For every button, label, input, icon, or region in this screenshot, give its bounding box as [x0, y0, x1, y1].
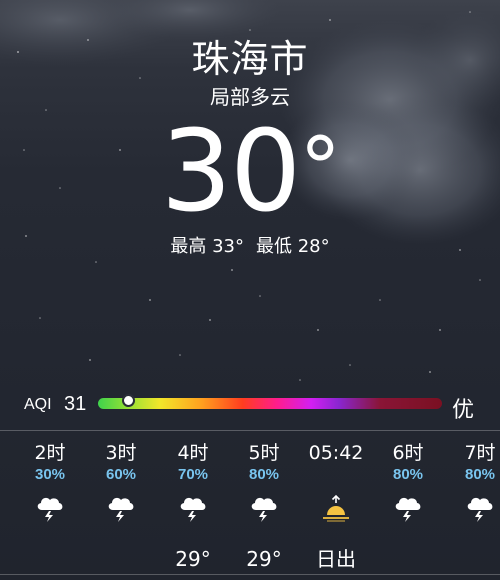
hourly-item: 4时 70% 29°	[157, 432, 229, 572]
sunrise-icon	[300, 490, 372, 526]
hourly-time: 2时	[34, 442, 66, 464]
degree-symbol: °	[299, 119, 341, 217]
hourly-temperature: 29°	[246, 547, 282, 571]
precipitation-probability: 80%	[392, 466, 424, 483]
precipitation-probability: 70%	[177, 466, 209, 483]
hourly-time: 7时	[464, 442, 496, 464]
hourly-item: 6时 80%	[372, 432, 444, 546]
hourly-item: 7时 80%	[444, 432, 500, 546]
thunderstorm-icon	[157, 490, 229, 526]
hourly-time: 5时	[248, 442, 280, 464]
precipitation-probability: 80%	[248, 466, 280, 483]
aqi-value: 31	[64, 393, 87, 415]
precipitation-probability: 30%	[34, 466, 66, 483]
temperature-value: 30	[160, 107, 302, 237]
city-name: 珠海市	[191, 37, 309, 81]
hourly-item: 05:42 日出	[300, 432, 372, 572]
precipitation-probability: 60%	[105, 466, 137, 483]
aqi-row[interactable]: AQI 31 优	[0, 392, 500, 423]
hourly-item: 2时 30%	[14, 432, 86, 546]
location-header: 珠海市 局部多云	[0, 36, 500, 110]
hourly-item: 3时 60%	[85, 432, 157, 546]
precipitation-probability	[300, 466, 372, 484]
hourly-time: 6时	[392, 442, 424, 464]
thunderstorm-icon	[444, 490, 500, 526]
hourly-temperature: 日出	[316, 547, 356, 571]
thunderstorm-icon	[228, 490, 300, 526]
hourly-time: 4时	[177, 442, 209, 464]
current-temperature: 30°	[0, 116, 500, 228]
hourly-time: 3时	[105, 442, 137, 464]
hourly-temperature: 29°	[175, 547, 211, 571]
hourly-time: 05:42	[308, 442, 364, 464]
precipitation-probability: 80%	[464, 466, 496, 483]
aqi-grade: 优	[451, 398, 474, 423]
hourly-forecast[interactable]: 2时 30% 3时 60% 4时 70% 29° 5时 80% 29° 05:42 日出 6时 80% 7时…	[0, 432, 500, 572]
aqi-label: AQI	[24, 396, 52, 413]
thunderstorm-icon	[372, 490, 444, 526]
hourly-item: 5时 80% 29°	[228, 432, 300, 572]
high-temperature: 最高 33°	[170, 236, 244, 257]
high-low-temperature: 最高 33° 最低 28°	[0, 232, 500, 258]
divider-bottom	[0, 574, 500, 575]
divider-top	[0, 430, 500, 431]
low-temperature: 最低 28°	[256, 236, 330, 257]
thunderstorm-icon	[14, 490, 86, 526]
aqi-scale-bar	[98, 398, 442, 409]
thunderstorm-icon	[85, 490, 157, 526]
